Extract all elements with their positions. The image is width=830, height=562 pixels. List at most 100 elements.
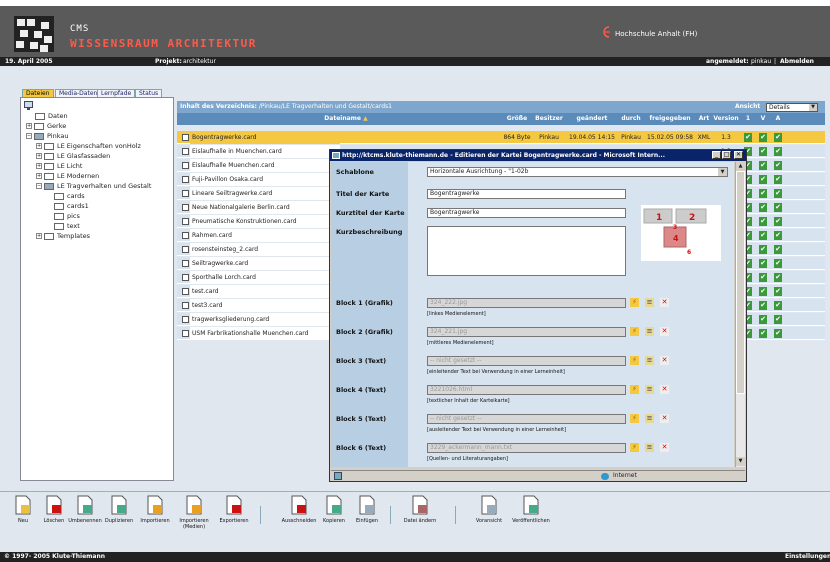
cut-button[interactable]: Ausschneiden (280, 495, 318, 524)
tree-node[interactable]: Daten (35, 111, 68, 121)
expand-icon[interactable]: + (36, 233, 42, 239)
block-input[interactable]: -- nicht gesetzt -- (427, 356, 626, 366)
col-groesse[interactable]: Größe (502, 113, 532, 125)
schablone-select[interactable]: Horizontale Ausrichtung - "1-02b ▼ (427, 167, 728, 177)
tree-node[interactable]: + LE Glasfassaden (36, 151, 110, 161)
tree-node[interactable]: cards1 (54, 201, 89, 211)
browse-icon[interactable]: ≡ (645, 298, 654, 307)
col-durch[interactable]: durch (619, 113, 643, 125)
expand-icon[interactable]: + (36, 173, 42, 179)
tree-node[interactable]: pics (54, 211, 80, 221)
lightning-icon[interactable]: ⚡ (630, 298, 639, 307)
delete-icon[interactable]: ✕ (660, 327, 669, 336)
settings-link[interactable]: Einstellungen (785, 552, 830, 562)
row-checkbox[interactable] (182, 330, 189, 337)
browse-icon[interactable]: ≡ (645, 385, 654, 394)
scroll-thumb[interactable] (736, 171, 745, 394)
edit-file-button[interactable]: Datei ändern (401, 495, 439, 524)
tree-node[interactable]: + LE Modernen (36, 171, 99, 181)
row-checkbox[interactable] (182, 204, 189, 211)
block-input[interactable]: 3221026.html (427, 385, 626, 395)
row-checkbox[interactable] (182, 302, 189, 309)
tree-node[interactable]: cards (54, 191, 85, 201)
tab-dateien[interactable]: Dateien (22, 89, 54, 97)
table-row-selected[interactable]: Bogentragwerke.card 864 Byte Pinkau 19.0… (177, 131, 825, 144)
delete-icon[interactable]: ✕ (660, 443, 669, 452)
lightning-icon[interactable]: ⚡ (630, 327, 639, 336)
row-checkbox[interactable] (182, 260, 189, 267)
export-button[interactable]: Exportieren (215, 495, 253, 524)
row-checkbox[interactable] (182, 316, 189, 323)
publish-button[interactable]: Veröffentlichen (512, 495, 550, 524)
row-checkbox[interactable] (182, 148, 189, 155)
tree-node[interactable]: + LE Eigenschaften vonHolz (36, 141, 141, 151)
lightning-icon[interactable]: ⚡ (630, 443, 639, 452)
block-input[interactable]: 3229_ackermann_mann.txt (427, 443, 626, 453)
preview-button[interactable]: Voransicht (470, 495, 508, 524)
block-input[interactable]: 324_221.jpg (427, 327, 626, 337)
row-checkbox[interactable] (182, 134, 189, 141)
tab-lernpfade[interactable]: Lernpfade (97, 89, 136, 97)
row-checkbox[interactable] (182, 232, 189, 239)
expand-icon[interactable]: + (36, 163, 42, 169)
expand-icon[interactable]: + (36, 153, 42, 159)
import-media-button[interactable]: Importieren (Medien) (175, 495, 213, 530)
kurztitel-input[interactable]: Bogentragwerke (427, 208, 626, 218)
paste-button[interactable]: Einfügen (348, 495, 386, 524)
delete-icon[interactable]: ✕ (660, 414, 669, 423)
delete-icon[interactable]: ✕ (660, 298, 669, 307)
view-select[interactable]: Details ▼ (766, 103, 818, 112)
delete-icon[interactable]: ✕ (660, 356, 669, 365)
tree-node[interactable]: text (54, 221, 80, 231)
block-input[interactable]: 324_222.jpg (427, 298, 626, 308)
col-freigegeben[interactable]: freigegeben (644, 113, 696, 125)
rename-button[interactable]: Umbenennen (66, 495, 104, 524)
row-checkbox[interactable] (182, 288, 189, 295)
titel-input[interactable]: Bogentragwerke (427, 189, 626, 199)
lightning-icon[interactable]: ⚡ (630, 414, 639, 423)
delete-icon[interactable]: ✕ (660, 385, 669, 394)
col-besitzer[interactable]: Besitzer (533, 113, 565, 125)
col-version[interactable]: Version (712, 113, 740, 125)
lightning-icon[interactable]: ⚡ (630, 385, 639, 394)
row-checkbox[interactable] (182, 274, 189, 281)
logout-link[interactable]: Abmelden (780, 57, 814, 66)
browse-icon[interactable]: ≡ (645, 327, 654, 336)
row-checkbox[interactable] (182, 190, 189, 197)
collapse-icon[interactable]: − (26, 133, 32, 139)
kurzbeschreibung-textarea[interactable] (427, 226, 626, 276)
tree-node[interactable]: − LE Tragverhalten und Gestalt (36, 181, 151, 191)
col-1[interactable]: 1 (741, 113, 755, 125)
tree-node[interactable]: − Pinkau (26, 131, 68, 141)
collapse-icon[interactable]: − (36, 183, 42, 189)
import-button[interactable]: Importieren (136, 495, 174, 524)
browse-icon[interactable]: ≡ (645, 443, 654, 452)
tab-status[interactable]: Status (135, 89, 163, 97)
row-checkbox[interactable] (182, 218, 189, 225)
row-checkbox[interactable] (182, 246, 189, 253)
scroll-up-icon[interactable]: ▲ (736, 162, 745, 171)
row-checkbox[interactable] (182, 162, 189, 169)
row-checkbox[interactable] (182, 176, 189, 183)
block-input[interactable]: -- nicht gesetzt -- (427, 414, 626, 424)
duplicate-button[interactable]: Duplizieren (100, 495, 138, 524)
col-art[interactable]: Art (697, 113, 711, 125)
lightning-icon[interactable]: ⚡ (630, 356, 639, 365)
scroll-down-icon[interactable]: ▼ (736, 457, 745, 466)
minimize-button[interactable]: _ (712, 151, 721, 159)
tab-media-daten[interactable]: Media-Daten (55, 89, 102, 97)
col-geaendert[interactable]: geändert (566, 113, 618, 125)
close-button[interactable]: ✕ (734, 151, 743, 159)
tree-node[interactable]: + LE Licht (36, 161, 82, 171)
col-dateiname[interactable]: Dateiname ▲ (190, 113, 502, 125)
popup-scrollbar[interactable]: ▲ ▼ (735, 162, 745, 467)
maximize-button[interactable]: □ (722, 151, 731, 159)
expand-icon[interactable]: + (26, 123, 32, 129)
tree-node[interactable]: + Gerke (26, 121, 66, 131)
browse-icon[interactable]: ≡ (645, 356, 654, 365)
col-v[interactable]: V (756, 113, 770, 125)
expand-icon[interactable]: + (36, 143, 42, 149)
tree-node[interactable]: + Templates (36, 231, 90, 241)
browse-icon[interactable]: ≡ (645, 414, 654, 423)
col-a[interactable]: A (771, 113, 785, 125)
